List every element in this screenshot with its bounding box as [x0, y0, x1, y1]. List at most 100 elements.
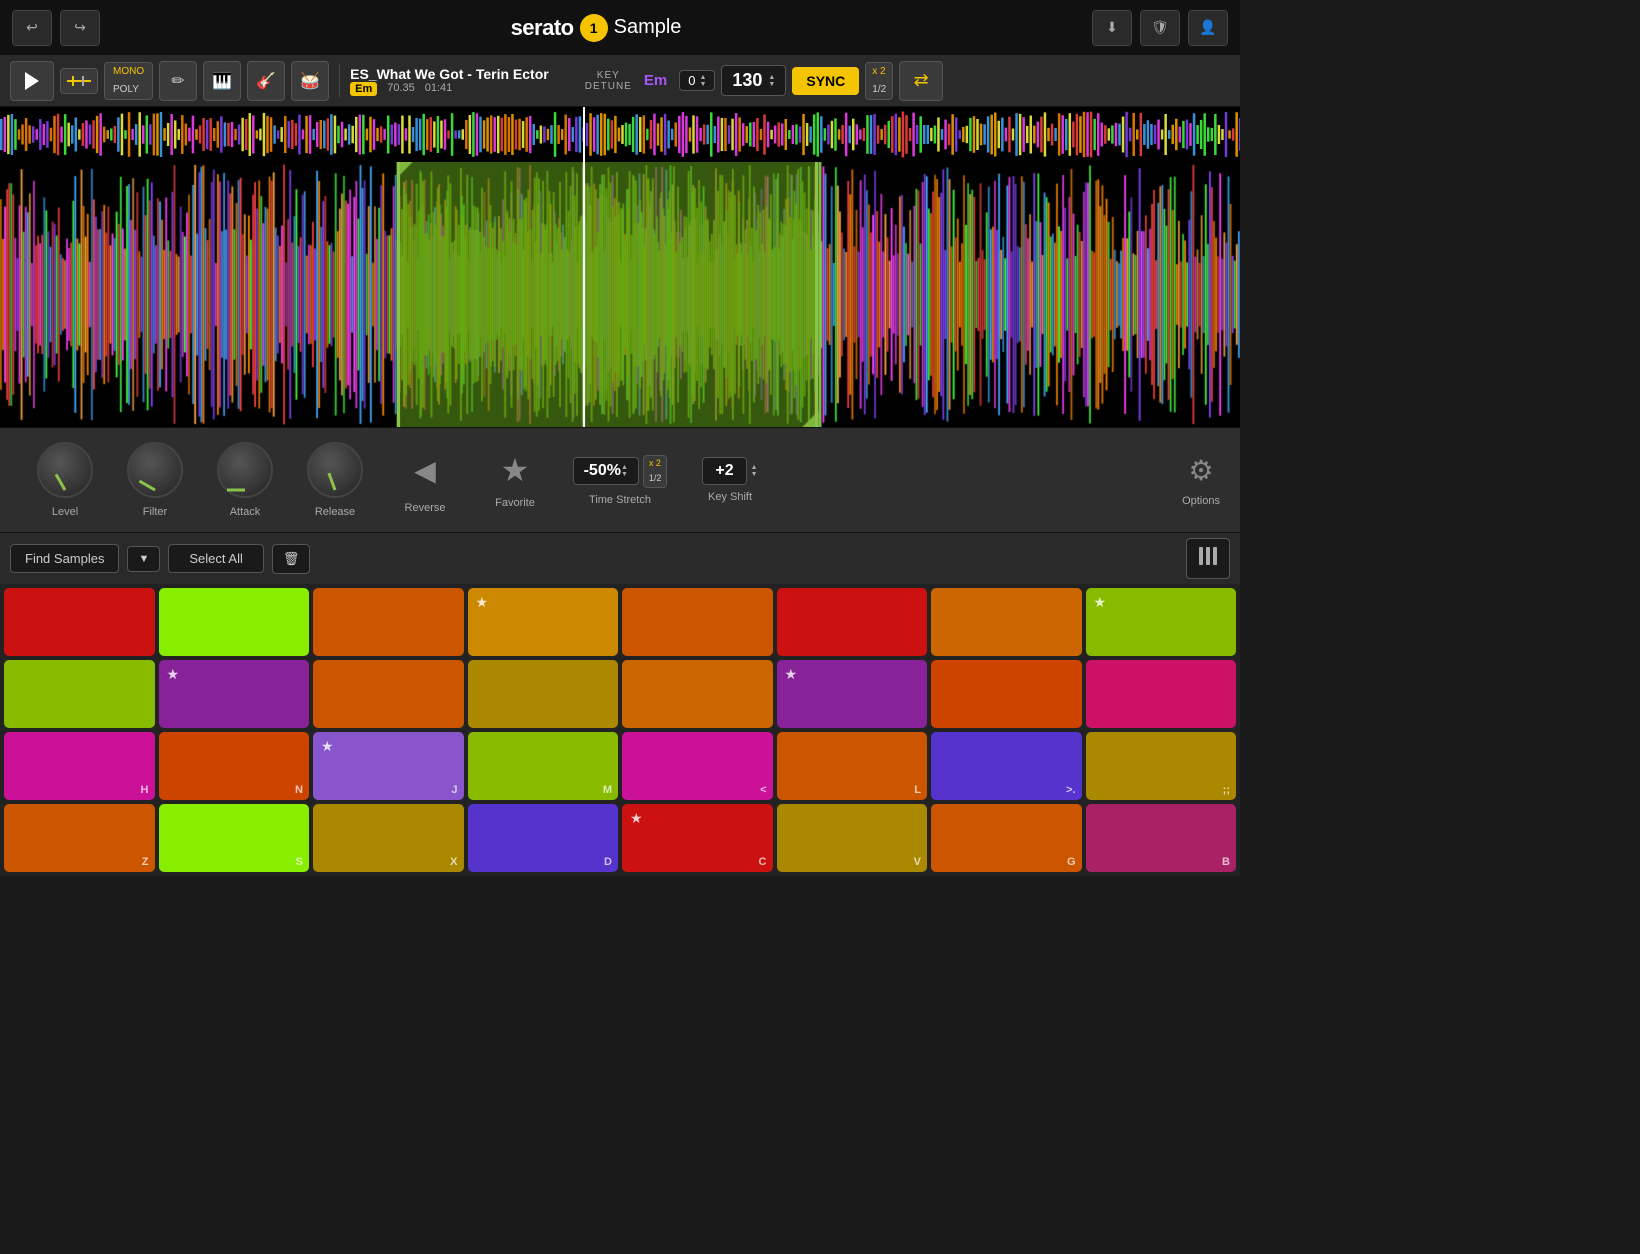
piano-mode-button[interactable]: 🎹 [203, 61, 241, 101]
keyshift-value: +2 [702, 457, 746, 485]
pad-8[interactable] [4, 660, 155, 728]
pad-31[interactable]: B [1086, 804, 1237, 872]
pad-28[interactable]: ★C [622, 804, 773, 872]
play-button[interactable] [10, 61, 54, 101]
pad-key-20: < [760, 784, 766, 796]
key-shift-arrows[interactable]: ▲▼ [699, 74, 706, 88]
star-icon: ★ [501, 451, 530, 489]
ts-arrows[interactable]: ▲▼ [621, 464, 628, 478]
snap-mode-button[interactable] [60, 68, 98, 94]
pad-15[interactable] [1086, 660, 1237, 728]
track-duration: 01:41 [425, 82, 453, 96]
pad-6[interactable] [931, 588, 1082, 656]
pad-key-25: S [296, 856, 303, 868]
pad-4[interactable] [622, 588, 773, 656]
delete-button[interactable]: 🗑 [272, 544, 311, 574]
guitar-mode-button[interactable]: 🎸 [247, 61, 285, 101]
serato-logo: serato [511, 15, 574, 41]
shield-button[interactable]: 🛡 [1140, 10, 1180, 46]
grid-view-button[interactable] [1186, 538, 1230, 579]
pad-star-3: ★ [476, 594, 489, 611]
sync-button[interactable]: SYNC [792, 67, 859, 95]
pad-21[interactable]: L [777, 732, 928, 800]
find-samples-dropdown[interactable]: ▼ [127, 546, 160, 572]
pad-1[interactable] [159, 588, 310, 656]
pad-5[interactable] [777, 588, 928, 656]
pad-20[interactable]: < [622, 732, 773, 800]
pad-14[interactable] [931, 660, 1082, 728]
ts-mult-button[interactable]: x 2 1/2 [643, 455, 668, 488]
attack-label: Attack [230, 506, 261, 518]
pad-23[interactable]: ;; [1086, 732, 1237, 800]
waveform-main[interactable] [0, 162, 1240, 427]
pad-0[interactable] [4, 588, 155, 656]
mono-label: MONO [105, 63, 152, 81]
mult-half: 1/2 [866, 81, 892, 99]
ks-arrows[interactable]: ▲▼ [751, 464, 758, 478]
track-info: ES_What We Got - Terin Ector Em 70.35 01… [339, 64, 559, 98]
release-label: Release [315, 506, 355, 518]
pad-25[interactable]: S [159, 804, 310, 872]
pad-13[interactable]: ★ [777, 660, 928, 728]
bottom-toolbar: Find Samples ▼ Select All 🗑 [0, 532, 1240, 584]
track-bpm: 70.35 [387, 82, 415, 96]
pad-2[interactable] [313, 588, 464, 656]
loop-button[interactable]: ⇄ [899, 61, 943, 101]
filter-knob-container: Filter [110, 442, 200, 518]
pad-18[interactable]: ★J [313, 732, 464, 800]
waveform-overview[interactable] [0, 107, 1240, 162]
favorite-button[interactable]: ★ Favorite [470, 451, 560, 509]
pen-mode-button[interactable]: ✏ [159, 61, 197, 101]
pad-key-27: D [604, 856, 612, 868]
level-knob[interactable] [37, 442, 93, 498]
pad-star-13: ★ [785, 666, 798, 683]
bpm-arrows[interactable]: ▲▼ [768, 74, 775, 88]
pad-16[interactable]: H [4, 732, 155, 800]
pad-star-7: ★ [1094, 594, 1107, 611]
ts-value-text: -50% [584, 462, 621, 480]
mult-button[interactable]: x 2 1/2 [865, 62, 893, 100]
bpm-value: 130 [732, 70, 762, 91]
pad-19[interactable]: M [468, 732, 619, 800]
pad-7[interactable]: ★ [1086, 588, 1237, 656]
pad-3[interactable]: ★ [468, 588, 619, 656]
top-bar-right: ⬇ 🛡 👤 [1092, 10, 1228, 46]
poly-label: POLY [105, 81, 152, 99]
pad-22[interactable]: >. [931, 732, 1082, 800]
ts-x2: x 2 [644, 456, 667, 472]
overview-waveform [0, 107, 1240, 162]
pad-30[interactable]: G [931, 804, 1082, 872]
options-button[interactable]: ⚙ Options [1182, 454, 1220, 507]
filter-knob[interactable] [127, 442, 183, 498]
track-key-badge: Em [350, 82, 377, 96]
redo-button[interactable]: ↪ [60, 10, 100, 46]
pad-29[interactable]: V [777, 804, 928, 872]
snap-icon [65, 73, 93, 89]
pad-10[interactable] [313, 660, 464, 728]
drum-mode-button[interactable]: 🥁 [291, 61, 329, 101]
pad-27[interactable]: D [468, 804, 619, 872]
pad-24[interactable]: Z [4, 804, 155, 872]
attack-indicator [227, 489, 245, 492]
level-indicator [55, 474, 67, 491]
key-shift-display: 0 ▲▼ [679, 70, 715, 91]
pad-17[interactable]: N [159, 732, 310, 800]
download-button[interactable]: ⬇ [1092, 10, 1132, 46]
reverse-button[interactable]: ◀ Reverse [380, 446, 470, 514]
user-button[interactable]: 👤 [1188, 10, 1228, 46]
bpm-display: 130 ▲▼ [721, 65, 786, 96]
attack-knob[interactable] [217, 442, 273, 498]
mono-poly-button[interactable]: MONO POLY [104, 62, 153, 100]
reverse-icon: ◀ [401, 446, 449, 494]
pad-9[interactable]: ★ [159, 660, 310, 728]
release-knob[interactable] [307, 442, 363, 498]
keyshift-label: Key Shift [708, 491, 752, 503]
pad-12[interactable] [622, 660, 773, 728]
release-knob-container: Release [290, 442, 380, 518]
undo-button[interactable]: ↩ [12, 10, 52, 46]
find-samples-button[interactable]: Find Samples [10, 544, 119, 573]
pad-26[interactable]: X [313, 804, 464, 872]
keyshift-display: +2 ▲▼ [702, 457, 757, 485]
pad-11[interactable] [468, 660, 619, 728]
select-all-button[interactable]: Select All [168, 544, 263, 573]
